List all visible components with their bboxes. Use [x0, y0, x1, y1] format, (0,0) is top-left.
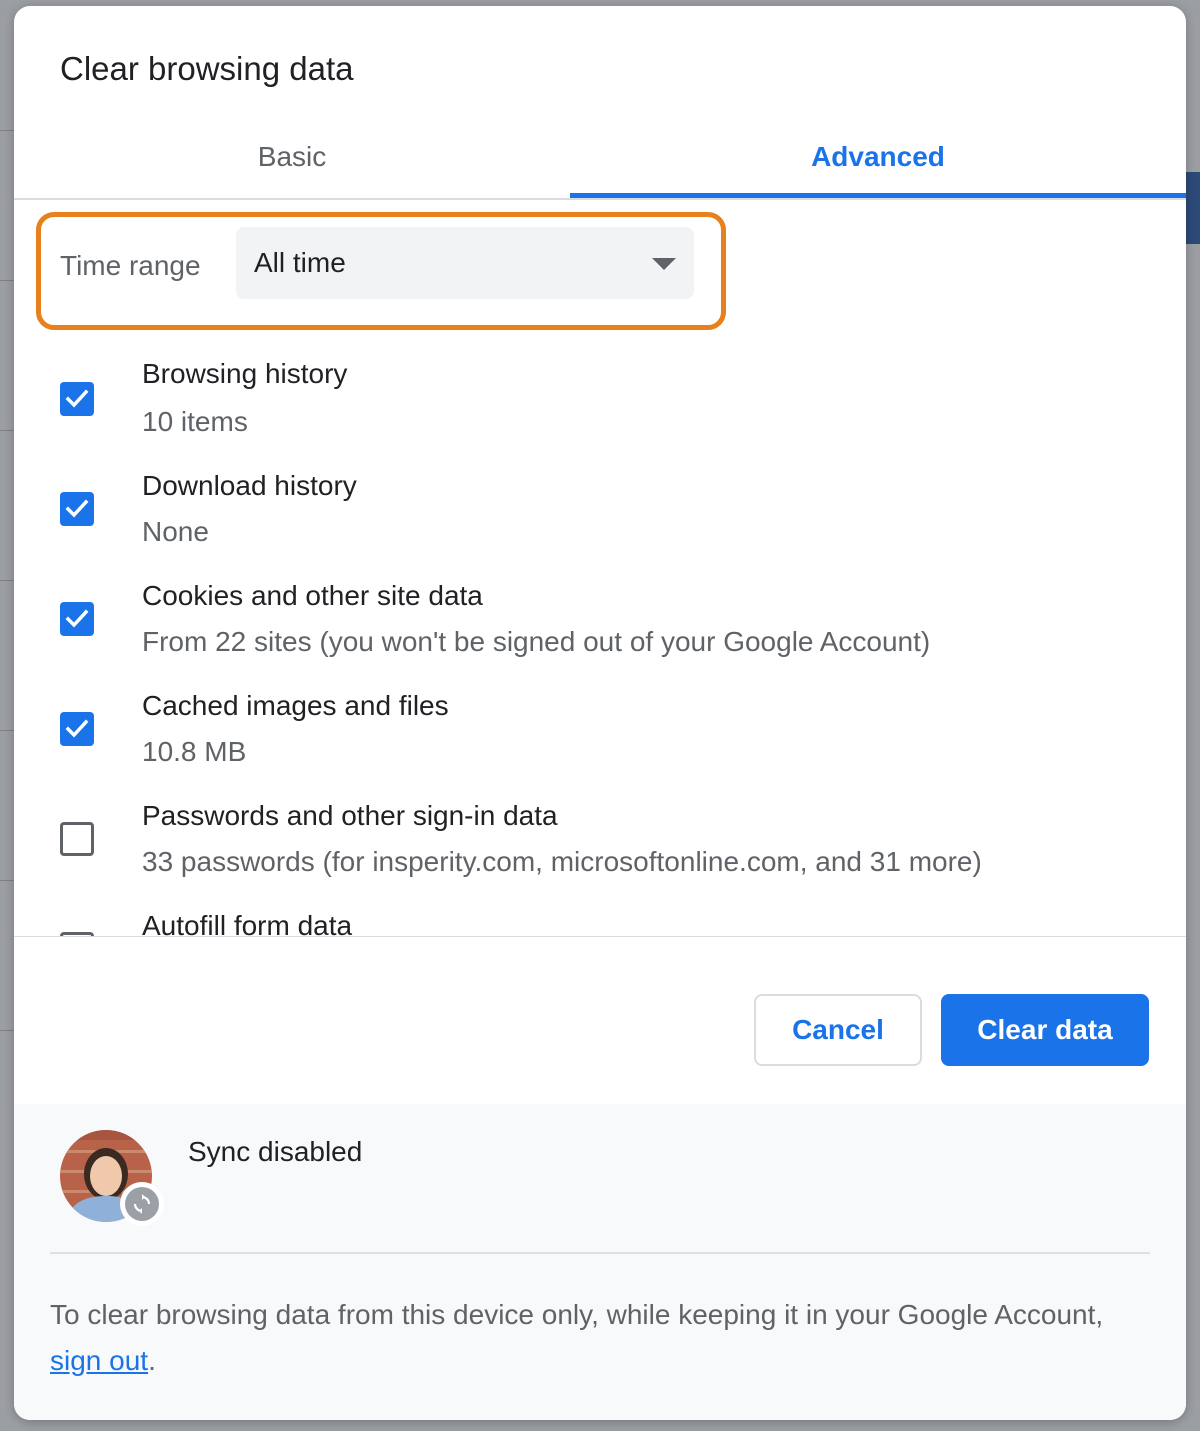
sign-out-note-text: To clear browsing data from this device …: [50, 1299, 1104, 1330]
cancel-button[interactable]: Cancel: [754, 994, 922, 1066]
sync-footer: Sync disabled To clear browsing data fro…: [14, 1104, 1186, 1420]
browsing-history-checkbox[interactable]: [60, 382, 94, 416]
active-tab-indicator: [570, 193, 1186, 198]
background-divider: [0, 1030, 14, 1031]
checkmark-icon: [65, 389, 89, 408]
sync-icon: [133, 1194, 151, 1214]
sync-badge: [120, 1182, 164, 1226]
background-tab: [1186, 172, 1200, 244]
option-cached-images[interactable]: Cached images and files 10.8 MB: [14, 680, 1186, 790]
background-divider: [0, 580, 14, 581]
tab-advanced[interactable]: Advanced: [570, 116, 1186, 198]
caret-down-icon: [652, 258, 676, 270]
clear-browsing-data-dialog: Clear browsing data Basic Advanced Time …: [14, 6, 1186, 1420]
background-divider: [0, 730, 14, 731]
option-autofill[interactable]: Autofill form data: [14, 900, 1186, 936]
time-range-label: Time range: [60, 250, 201, 281]
dialog-title: Clear browsing data: [60, 50, 354, 87]
sign-out-note: To clear browsing data from this device …: [50, 1292, 1130, 1384]
option-browsing-history[interactable]: Browsing history 10 items: [14, 350, 1186, 460]
autofill-title: Autofill form data: [142, 910, 353, 936]
checkmark-icon: [65, 609, 89, 628]
cookies-title: Cookies and other site data: [142, 580, 483, 611]
cached-images-checkbox[interactable]: [60, 712, 94, 746]
download-history-title: Download history: [142, 470, 357, 501]
background-divider: [0, 280, 14, 281]
cached-images-title: Cached images and files: [142, 690, 449, 721]
browsing-history-subtitle: 10 items: [142, 406, 248, 437]
download-history-subtitle: None: [142, 516, 209, 547]
content-divider: [14, 936, 1186, 937]
passwords-checkbox[interactable]: [60, 822, 94, 856]
cookies-subtitle: From 22 sites (you won't be signed out o…: [142, 626, 931, 657]
background-divider: [0, 430, 14, 431]
passwords-subtitle: 33 passwords (for insperity.com, microso…: [142, 846, 982, 877]
option-cookies[interactable]: Cookies and other site data From 22 site…: [14, 570, 1186, 680]
tab-basic[interactable]: Basic: [14, 116, 570, 198]
passwords-title: Passwords and other sign-in data: [142, 800, 558, 831]
download-history-checkbox[interactable]: [60, 492, 94, 526]
tab-bar: Basic Advanced: [14, 116, 1186, 200]
checkmark-icon: [65, 719, 89, 738]
sign-out-link[interactable]: sign out: [50, 1345, 148, 1376]
cached-images-subtitle: 10.8 MB: [142, 736, 247, 767]
browsing-history-title: Browsing history: [142, 358, 348, 389]
option-passwords[interactable]: Passwords and other sign-in data 33 pass…: [14, 790, 1186, 900]
time-range-select[interactable]: All time: [236, 227, 694, 299]
checkmark-icon: [65, 499, 89, 518]
cookies-checkbox[interactable]: [60, 602, 94, 636]
sign-out-note-suffix: .: [148, 1345, 156, 1376]
options-scroll-area[interactable]: Time range All time Browsing history 10 …: [14, 200, 1186, 936]
background-divider: [0, 130, 14, 131]
sync-status-text: Sync disabled: [188, 1136, 363, 1167]
option-download-history[interactable]: Download history None: [14, 460, 1186, 570]
time-range-value: All time: [254, 247, 346, 278]
footer-divider: [50, 1252, 1150, 1254]
clear-data-button[interactable]: Clear data: [941, 994, 1149, 1066]
background-divider: [0, 880, 14, 881]
